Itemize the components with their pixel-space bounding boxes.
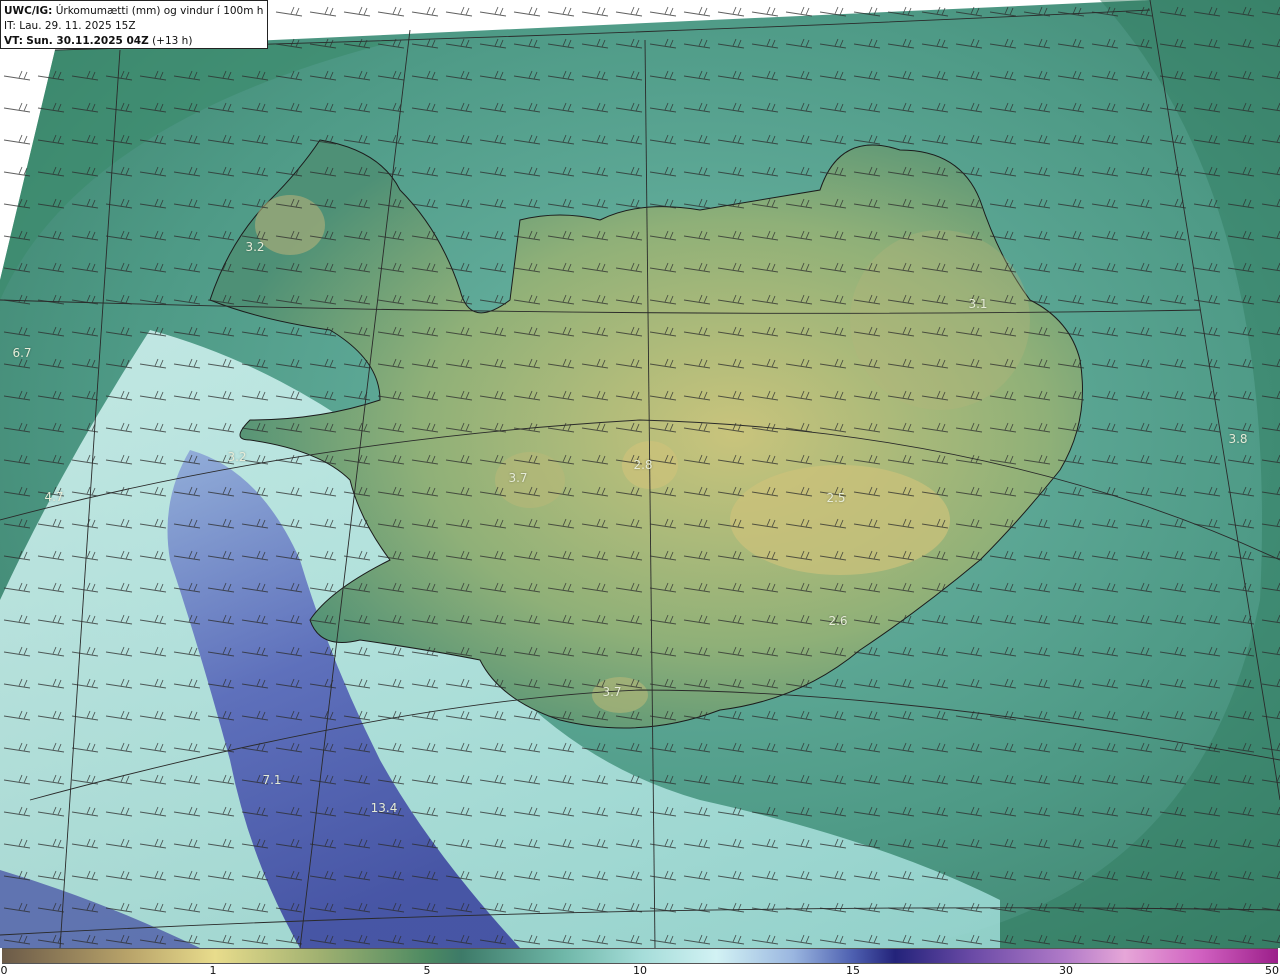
precip-value-label: 13.4: [370, 801, 398, 815]
colorbar-tick-label: 5: [423, 964, 431, 977]
precip-value-label: 3.2: [227, 450, 247, 464]
map-title: Úrkomumætti (mm) og vindur í 100m hæð: [55, 5, 264, 17]
precipitation-map[interactable]: UWC/IG: Úrkomumætti (mm) og vindur í 100…: [0, 0, 1280, 948]
vt-label: VT:: [4, 35, 23, 47]
precip-value-label: 4.7: [44, 490, 64, 504]
precip-value-label: 3.2: [245, 240, 265, 254]
precip-value-label: 7.1: [262, 773, 282, 787]
map-canvas: [0, 0, 1280, 948]
colorbar-tick-label: 1: [209, 964, 217, 977]
colorbar-gradient: [2, 948, 1278, 964]
precip-value-label: 3.7: [508, 471, 528, 485]
precip-value-label: 6.7: [12, 346, 32, 360]
colorbar-tick-label: 30: [1059, 964, 1073, 977]
colorbar-tick-label: 10: [633, 964, 647, 977]
precip-value-label: 3.7: [602, 685, 622, 699]
colorbar-tick-label: 50: [1265, 964, 1279, 977]
colorbar-tick-label: 0: [0, 964, 8, 977]
map-info-box: UWC/IG: Úrkomumætti (mm) og vindur í 100…: [0, 0, 268, 49]
colorbar: 0 1 5 10 15 30 50: [0, 948, 1280, 978]
it-label: IT:: [4, 20, 16, 32]
vt-offset: (+13 h): [152, 35, 193, 47]
model-label: UWC/IG:: [4, 5, 53, 17]
colorbar-tick-label: 15: [846, 964, 860, 977]
precip-value-label: 2.6: [828, 614, 848, 628]
wind-barbs: [0, 0, 1280, 948]
it-value: Lau. 29. 11. 2025 15Z: [19, 20, 136, 32]
precip-value-label: 3.1: [968, 297, 988, 311]
vt-value: Sun. 30.11.2025 04Z: [26, 35, 149, 47]
precip-value-label: 2.5: [826, 491, 846, 505]
precip-value-label: 3.8: [1228, 432, 1248, 446]
precip-value-label: 2.8: [633, 458, 653, 472]
